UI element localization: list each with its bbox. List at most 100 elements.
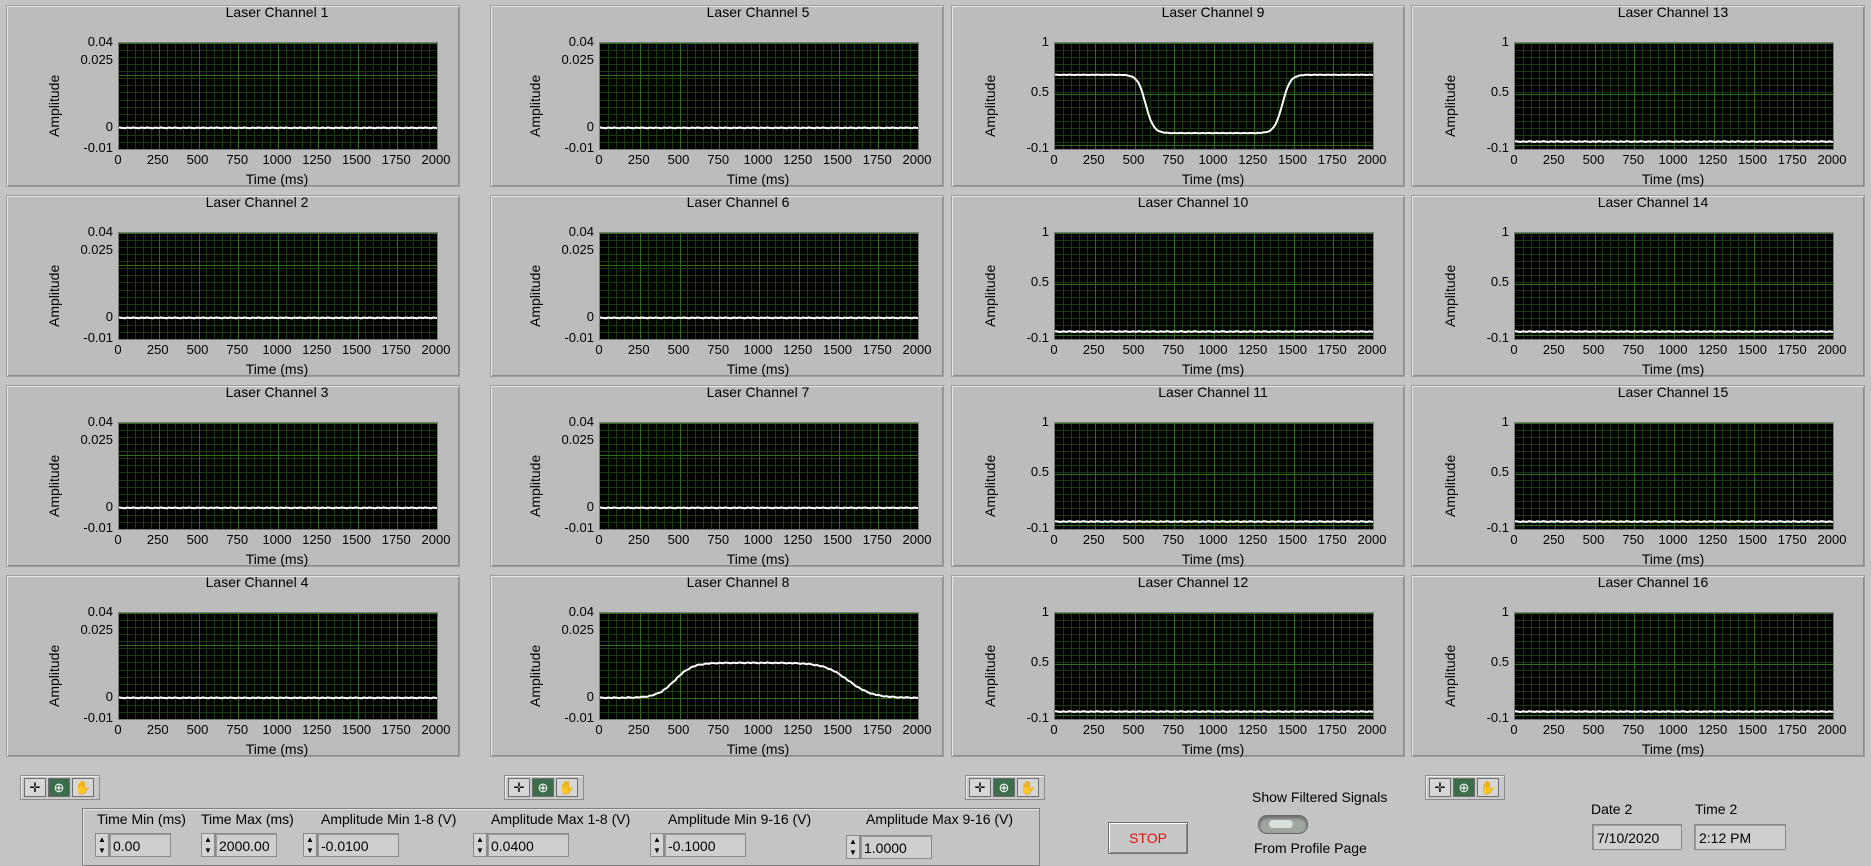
chart-title: Laser Channel 11 xyxy=(1158,384,1268,400)
x-tick-label: 1000 xyxy=(262,532,292,547)
crosshair-icon[interactable]: ✛ xyxy=(24,778,46,797)
x-tick-label: 1000 xyxy=(262,152,292,167)
crosshair-icon[interactable]: ✛ xyxy=(1429,778,1451,797)
x-axis-label: Time (ms) xyxy=(726,361,790,377)
plot-area[interactable] xyxy=(118,422,438,530)
time-min-field[interactable]: 0.00 xyxy=(109,833,171,857)
y-tick-label: 0.025 xyxy=(80,432,113,448)
chart-panel: Laser Channel 7 0.04 0.025 0 -0.01 Amplitude 0… xyxy=(490,384,944,567)
signal-line xyxy=(119,506,437,510)
y-tick-label: 0.5 xyxy=(1030,273,1049,289)
x-tick-label: 1250 xyxy=(783,722,813,737)
x-tick-label: 750 xyxy=(226,722,249,737)
spin-arrows-icon[interactable]: ▲ ▼ xyxy=(95,833,109,857)
amp-max-9-16-control[interactable]: ▲ ▼ 1.0000 xyxy=(846,834,932,860)
plot-area[interactable] xyxy=(599,612,919,720)
amp-max-9-16-field[interactable]: 1.0000 xyxy=(860,835,932,859)
date-field[interactable]: 7/10/2020 xyxy=(1592,824,1682,850)
plot-area[interactable] xyxy=(599,42,919,150)
time-max-control[interactable]: ▲ ▼ 2000.00 xyxy=(201,832,277,858)
time-min-control[interactable]: ▲ ▼ 0.00 xyxy=(95,832,171,858)
y-tick-label: 1 xyxy=(1501,414,1509,429)
x-tick-label: 250 xyxy=(1542,342,1565,357)
time-max-field[interactable]: 2000.00 xyxy=(215,833,277,857)
spin-arrows-icon[interactable]: ▲ ▼ xyxy=(201,833,215,857)
plot-area[interactable] xyxy=(1054,42,1374,150)
x-axis-label: Time (ms) xyxy=(245,741,309,757)
x-tick-label: 1500 xyxy=(823,152,852,167)
x-tick-label: 0 xyxy=(595,532,603,547)
plot-area[interactable] xyxy=(118,42,438,150)
graph-tool-palette: ✛⊕✋ xyxy=(20,775,100,800)
plot-area[interactable] xyxy=(1514,422,1834,530)
show-filtered-toggle[interactable] xyxy=(1258,815,1308,834)
y-tick-label: 1 xyxy=(1041,34,1049,49)
x-tick-label: 1500 xyxy=(1738,722,1767,737)
x-tick-label: 0 xyxy=(1510,342,1518,357)
x-tick-label: 1000 xyxy=(1658,722,1688,737)
amp-max-1-8-control[interactable]: ▲ ▼ 0.0400 xyxy=(473,832,569,858)
hand-icon[interactable]: ✋ xyxy=(72,778,94,797)
plot-area[interactable] xyxy=(118,612,438,720)
x-tick-label: 500 xyxy=(1122,722,1145,737)
plot-area[interactable] xyxy=(1514,232,1834,340)
x-tick-label: 500 xyxy=(186,722,209,737)
x-tick-label: 2000 xyxy=(421,342,451,357)
crosshair-icon[interactable]: ✛ xyxy=(508,778,530,797)
x-tick-label: 250 xyxy=(146,722,169,737)
signal-line xyxy=(600,506,918,510)
zoom-icon[interactable]: ⊕ xyxy=(1453,778,1475,797)
crosshair-icon[interactable]: ✛ xyxy=(969,778,991,797)
spin-arrows-icon[interactable]: ▲ ▼ xyxy=(473,833,487,857)
plot-area[interactable] xyxy=(1514,612,1834,720)
x-axis-label: Time (ms) xyxy=(245,171,309,187)
x-tick-label: 250 xyxy=(1542,152,1565,167)
signal-trace xyxy=(600,126,918,130)
x-tick-label: 1000 xyxy=(743,532,773,547)
amp-min-9-16-control[interactable]: ▲ ▼ -0.1000 xyxy=(650,832,746,858)
chart-panel: Laser Channel 8 0.04 0.025 0 -0.01 Amplitude 0… xyxy=(490,574,944,757)
hand-icon[interactable]: ✋ xyxy=(1477,778,1499,797)
chart-panel: Laser Channel 12 1 0.5 -0.1 Amplitude 0 250 500… xyxy=(951,574,1405,757)
x-tick-label: 1500 xyxy=(1738,152,1767,167)
amp-min-1-8-control[interactable]: ▲ ▼ -0.0100 xyxy=(303,832,399,858)
hand-icon[interactable]: ✋ xyxy=(556,778,578,797)
y-axis-label: Amplitude xyxy=(982,74,998,137)
plot-area[interactable] xyxy=(599,232,919,340)
zoom-icon[interactable]: ⊕ xyxy=(532,778,554,797)
chart-panel: Laser Channel 3 0.04 0.025 0 -0.01 Amplitude 0… xyxy=(6,384,460,567)
signal-line xyxy=(600,661,918,700)
amp-min-1-8-field[interactable]: -0.0100 xyxy=(317,833,399,857)
plot-area[interactable] xyxy=(599,422,919,530)
y-tick-label: 0.5 xyxy=(1030,463,1049,479)
amp-max-1-8-field[interactable]: 0.0400 xyxy=(487,833,569,857)
spin-arrows-icon[interactable]: ▲ ▼ xyxy=(846,835,860,859)
x-tick-label: 1500 xyxy=(1278,722,1307,737)
y-tick-label: 0.04 xyxy=(87,224,113,239)
x-tick-label: 1000 xyxy=(743,152,773,167)
y-tick-label: 0.025 xyxy=(561,432,594,448)
chart-panel: Laser Channel 4 0.04 0.025 0 -0.01 Amplitude 0… xyxy=(6,574,460,757)
stop-button[interactable]: STOP xyxy=(1108,822,1188,854)
plot-area[interactable] xyxy=(1054,422,1374,530)
time-field[interactable]: 2:12 PM xyxy=(1694,824,1786,850)
zoom-icon[interactable]: ⊕ xyxy=(993,778,1015,797)
plot-area[interactable] xyxy=(118,232,438,340)
x-tick-label: 0 xyxy=(1050,722,1058,737)
x-tick-label: 1000 xyxy=(1658,532,1688,547)
amp-min-9-16-field[interactable]: -0.1000 xyxy=(664,833,746,857)
spin-arrows-icon[interactable]: ▲ ▼ xyxy=(303,833,317,857)
y-axis-label: Amplitude xyxy=(527,644,543,707)
chart-title: Laser Channel 3 xyxy=(225,384,329,400)
x-tick-label: 1750 xyxy=(862,722,892,737)
plot-area[interactable] xyxy=(1514,42,1834,150)
x-tick-label: 1250 xyxy=(302,152,332,167)
chart-panel: Laser Channel 10 1 0.5 -0.1 Amplitude 0 250 500… xyxy=(951,194,1405,377)
x-tick-label: 1750 xyxy=(1777,342,1807,357)
plot-area[interactable] xyxy=(1054,612,1374,720)
x-tick-label: 1750 xyxy=(862,532,892,547)
hand-icon[interactable]: ✋ xyxy=(1017,778,1039,797)
plot-area[interactable] xyxy=(1054,232,1374,340)
spin-arrows-icon[interactable]: ▲ ▼ xyxy=(650,833,664,857)
zoom-icon[interactable]: ⊕ xyxy=(48,778,70,797)
